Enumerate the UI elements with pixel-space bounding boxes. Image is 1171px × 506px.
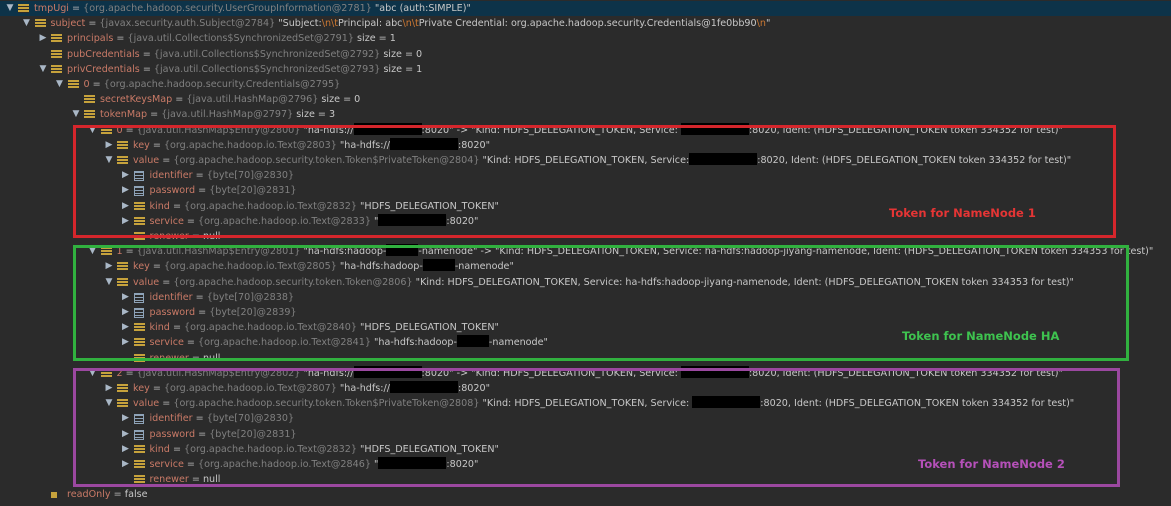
- annotation-namenode-1: Token for NameNode 1: [889, 206, 1036, 220]
- var-type: {java.util.Collections$SynchronizedSet@2…: [153, 48, 384, 60]
- primitive-field-icon: [51, 492, 57, 499]
- object-field-icon: [51, 64, 62, 74]
- object-field-icon: [84, 95, 95, 105]
- var-name: tokenMap: [100, 109, 148, 121]
- var-value: Private Credential: org.apache.hadoop.se…: [418, 18, 757, 30]
- var-type: {javax.security.auth.Subject@2784}: [99, 18, 279, 30]
- object-field-icon: [51, 49, 62, 59]
- var-name: pubCredentials: [67, 48, 140, 60]
- tree-node-readonly[interactable]: readOnly = false: [0, 487, 1171, 502]
- var-value: Principal: abc: [338, 18, 403, 30]
- var-name: readOnly: [67, 489, 111, 501]
- highlight-box-namenode-ha: [73, 245, 1129, 361]
- var-value: "abc (auth:SIMPLE)": [374, 3, 471, 14]
- var-value: "Subject:: [278, 18, 322, 30]
- tree-node-pubcredentials[interactable]: pubCredentials = {java.util.Collections$…: [0, 47, 1171, 62]
- var-value: false: [124, 489, 148, 501]
- var-value: size = 1: [383, 63, 423, 75]
- tree-node-principals[interactable]: ▶ principals = {java.util.Collections$Syn…: [0, 31, 1171, 46]
- tree-node-subject[interactable]: ▼ subject = {javax.security.auth.Subject@…: [0, 16, 1171, 31]
- var-name: secretKeysMap: [100, 94, 173, 106]
- var-value: size = 0: [383, 48, 423, 60]
- object-field-icon: [51, 34, 62, 44]
- collapse-arrow-icon[interactable]: ▼: [37, 62, 49, 77]
- var-name: privCredentials: [67, 63, 140, 75]
- var-value: size = 0: [321, 94, 361, 106]
- collapse-arrow-icon[interactable]: ▼: [4, 1, 16, 16]
- var-type: {java.util.HashMap@2796}: [186, 94, 322, 106]
- var-value: size = 3: [296, 109, 336, 121]
- tree-node-privcredentials[interactable]: ▼ privCredentials = {java.util.Collection…: [0, 62, 1171, 77]
- tree-node-tmpugi[interactable]: ▼ tmpUgi = {org.apache.hadoop.security.Us…: [0, 1, 1171, 16]
- object-field-icon: [34, 19, 46, 29]
- object-field-icon: [84, 110, 95, 120]
- object-field-icon: [67, 80, 79, 89]
- var-type: {java.util.Collections$SynchronizedSet@2…: [127, 33, 358, 45]
- var-name: tmpUgi: [34, 3, 69, 14]
- var-value: size = 1: [357, 33, 396, 45]
- highlight-box-namenode-1: [73, 125, 1116, 238]
- expand-arrow-icon[interactable]: ▶: [37, 31, 49, 46]
- tree-node-0[interactable]: ▼ 0 = {org.apache.hadoop.security.Credent…: [0, 77, 1171, 92]
- var-type: {java.util.HashMap@2797}: [161, 109, 297, 121]
- collapse-arrow-icon[interactable]: ▼: [54, 77, 66, 92]
- annotation-namenode-ha: Token for NameNode HA: [902, 329, 1060, 343]
- tree-node-secretkeysmap[interactable]: secretKeysMap = {java.util.HashMap@2796}…: [0, 92, 1171, 107]
- annotation-namenode-2: Token for NameNode 2: [918, 457, 1065, 471]
- var-type: {org.apache.hadoop.security.Credentials@…: [103, 79, 341, 90]
- var-name: subject: [50, 18, 86, 30]
- var-type: {java.util.Collections$SynchronizedSet@2…: [153, 63, 384, 75]
- var-value: ": [765, 18, 771, 30]
- var-name: principals: [67, 33, 114, 45]
- object-field-icon: [18, 4, 29, 13]
- var-type: {org.apache.hadoop.security.UserGroupInf…: [83, 3, 375, 14]
- collapse-arrow-icon[interactable]: ▼: [70, 107, 82, 122]
- collapse-arrow-icon[interactable]: ▼: [21, 16, 33, 31]
- tree-node-tokenmap[interactable]: ▼ tokenMap = {java.util.HashMap@2797} siz…: [0, 107, 1171, 122]
